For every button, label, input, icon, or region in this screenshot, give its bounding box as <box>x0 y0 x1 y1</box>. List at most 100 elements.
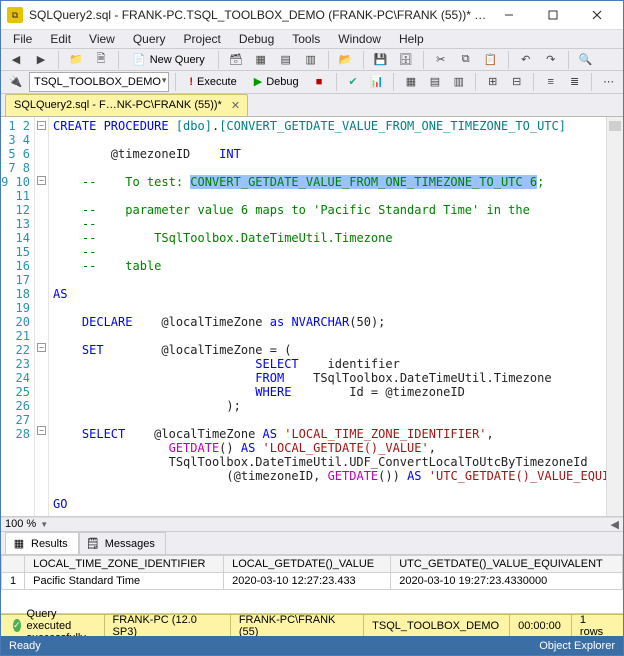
specify-values-icon[interactable]: ⋯ <box>598 71 619 93</box>
messages-icon: 🗒 <box>86 537 100 551</box>
tab-results[interactable]: ▦ Results <box>5 532 79 554</box>
code-editor[interactable]: 1 2 3 4 5 6 7 8 9 10 11 12 13 14 15 16 1… <box>1 117 623 517</box>
indent-icon[interactable]: ≡ <box>540 71 561 93</box>
open-icon[interactable]: 📂 <box>335 49 357 71</box>
results-tab-strip: ▦ Results 🗒 Messages <box>1 532 623 555</box>
parse-icon[interactable]: ✔ <box>343 71 364 93</box>
paste-icon[interactable]: 📋 <box>480 49 502 71</box>
maximize-button[interactable] <box>531 1 575 29</box>
status-elapsed: 00:00:00 <box>509 615 569 636</box>
options-icon[interactable]: ▥ <box>300 49 322 71</box>
new-project-icon[interactable]: 📁 <box>65 49 87 71</box>
new-query-label: New Query <box>150 54 205 66</box>
redo-icon[interactable]: ↷ <box>540 49 562 71</box>
copy-icon[interactable]: ⧉ <box>455 49 477 71</box>
success-icon: ✓ <box>13 619 21 632</box>
open-file-icon[interactable]: 🗎 <box>90 49 112 71</box>
close-tab-icon[interactable]: ✕ <box>228 99 243 112</box>
status-login: FRANK-PC\FRANK (55) <box>230 615 361 636</box>
column-header[interactable]: LOCAL_TIME_ZONE_IDENTIFIER <box>25 556 224 573</box>
sql-editor-toolbar: 🔌 TSQL_TOOLBOX_DEMO ! Execute ▶ Debug ■ … <box>1 71 623 93</box>
debug-button[interactable]: ▶ Debug <box>247 72 306 92</box>
object-explorer-tab[interactable]: Object Explorer <box>539 640 615 652</box>
fold-icon[interactable]: − <box>37 121 46 130</box>
menu-window[interactable]: Window <box>330 30 389 48</box>
title-bar: ⧉ SQLQuery2.sql - FRANK-PC.TSQL_TOOLBOX_… <box>1 1 623 30</box>
debug-icon: ▶ <box>254 75 262 88</box>
menu-edit[interactable]: Edit <box>42 30 79 48</box>
connect-icon[interactable]: 🔌 <box>5 71 26 93</box>
document-tab[interactable]: SQLQuery2.sql - F…NK-PC\FRANK (55))* ✕ <box>5 94 248 116</box>
fold-icon[interactable]: − <box>37 176 46 185</box>
execute-icon: ! <box>189 76 193 88</box>
zoom-bar: 100 % ▼ ◀ <box>1 517 623 533</box>
menu-query[interactable]: Query <box>125 30 174 48</box>
column-header[interactable]: LOCAL_GETDATE()_VALUE <box>224 556 391 573</box>
comment-icon[interactable]: ⊞ <box>482 71 503 93</box>
status-ready: Ready <box>9 640 41 652</box>
save-all-icon[interactable]: 🗄 <box>395 49 417 71</box>
nav-fwd-icon[interactable]: ▶ <box>30 49 52 71</box>
row-number-header <box>2 556 25 573</box>
fold-column[interactable]: − − − − <box>35 117 49 516</box>
new-query-button[interactable]: 📄 New Query <box>125 50 212 70</box>
minimize-button[interactable] <box>487 1 531 29</box>
db-engine-query-icon[interactable]: 🗃 <box>225 49 247 71</box>
database-dropdown[interactable]: TSQL_TOOLBOX_DEMO <box>29 72 169 92</box>
tab-messages[interactable]: 🗒 Messages <box>79 532 166 554</box>
results-header-row: LOCAL_TIME_ZONE_IDENTIFIER LOCAL_GETDATE… <box>2 556 623 573</box>
results-to-text-icon[interactable]: ▦ <box>400 71 421 93</box>
status-rows: 1 rows <box>571 615 619 636</box>
scroll-thumb[interactable] <box>609 121 621 131</box>
cancel-exec-icon[interactable]: ■ <box>309 71 330 93</box>
report-icon[interactable]: ▤ <box>275 49 297 71</box>
results-row[interactable]: 1 Pacific Standard Time 2020-03-10 12:27… <box>2 573 623 590</box>
menu-debug[interactable]: Debug <box>231 30 282 48</box>
code-content[interactable]: CREATE PROCEDURE [dbo].[CONVERT_GETDATE_… <box>49 117 606 516</box>
document-tab-strip: SQLQuery2.sql - F…NK-PC\FRANK (55))* ✕ <box>1 94 623 117</box>
results-cell[interactable]: 2020-03-10 19:27:23.4330000 <box>391 573 623 590</box>
window-title: SQLQuery2.sql - FRANK-PC.TSQL_TOOLBOX_DE… <box>29 8 487 22</box>
results-to-grid-icon[interactable]: ▤ <box>424 71 445 93</box>
uncomment-icon[interactable]: ⊟ <box>506 71 527 93</box>
menu-project[interactable]: Project <box>176 30 229 48</box>
find-icon[interactable]: 🔍 <box>575 49 597 71</box>
estimated-plan-icon[interactable]: 📊 <box>367 71 388 93</box>
column-header[interactable]: UTC_GETDATE()_VALUE_EQUIVALENT <box>391 556 623 573</box>
results-empty-area <box>1 590 623 614</box>
row-number-cell: 1 <box>2 573 25 590</box>
fold-icon[interactable]: − <box>37 343 46 352</box>
tab-results-label: Results <box>31 538 68 550</box>
close-button[interactable] <box>575 1 619 29</box>
save-icon[interactable]: 💾 <box>370 49 392 71</box>
analysis-icon[interactable]: ▦ <box>250 49 272 71</box>
zoom-value[interactable]: 100 % <box>5 518 36 530</box>
database-dropdown-value: TSQL_TOOLBOX_DEMO <box>34 76 161 88</box>
menu-tools[interactable]: Tools <box>284 30 328 48</box>
execute-button[interactable]: ! Execute <box>182 72 243 92</box>
results-cell[interactable]: 2020-03-10 12:27:23.433 <box>224 573 391 590</box>
outdent-icon[interactable]: ≣ <box>564 71 585 93</box>
results-to-file-icon[interactable]: ▥ <box>448 71 469 93</box>
execute-label: Execute <box>197 76 237 88</box>
app-status-bar: Ready Object Explorer <box>1 636 623 655</box>
document-tab-label: SQLQuery2.sql - F…NK-PC\FRANK (55))* <box>14 99 222 111</box>
standard-toolbar: ◀ ▶ 📁 🗎 📄 New Query 🗃 ▦ ▤ ▥ 📂 💾 🗄 ✂ ⧉ 📋 … <box>1 49 623 71</box>
fold-icon[interactable]: − <box>37 426 46 435</box>
query-status-bar: ✓ Query executed successfully. FRANK-PC … <box>1 614 623 636</box>
new-query-icon: 📄 <box>132 53 146 66</box>
menu-help[interactable]: Help <box>391 30 432 48</box>
cut-icon[interactable]: ✂ <box>430 49 452 71</box>
editor-vertical-scrollbar[interactable] <box>606 117 623 516</box>
tab-messages-label: Messages <box>105 538 155 550</box>
nav-back-icon[interactable]: ◀ <box>5 49 27 71</box>
results-grid[interactable]: LOCAL_TIME_ZONE_IDENTIFIER LOCAL_GETDATE… <box>1 555 623 590</box>
status-database: TSQL_TOOLBOX_DEMO <box>363 615 507 636</box>
grid-icon: ▦ <box>12 537 26 551</box>
scroll-left-icon[interactable]: ◀ <box>611 518 619 531</box>
menu-bar: File Edit View Query Project Debug Tools… <box>1 30 623 49</box>
menu-file[interactable]: File <box>5 30 40 48</box>
undo-icon[interactable]: ↶ <box>515 49 537 71</box>
results-cell[interactable]: Pacific Standard Time <box>25 573 224 590</box>
menu-view[interactable]: View <box>81 30 123 48</box>
